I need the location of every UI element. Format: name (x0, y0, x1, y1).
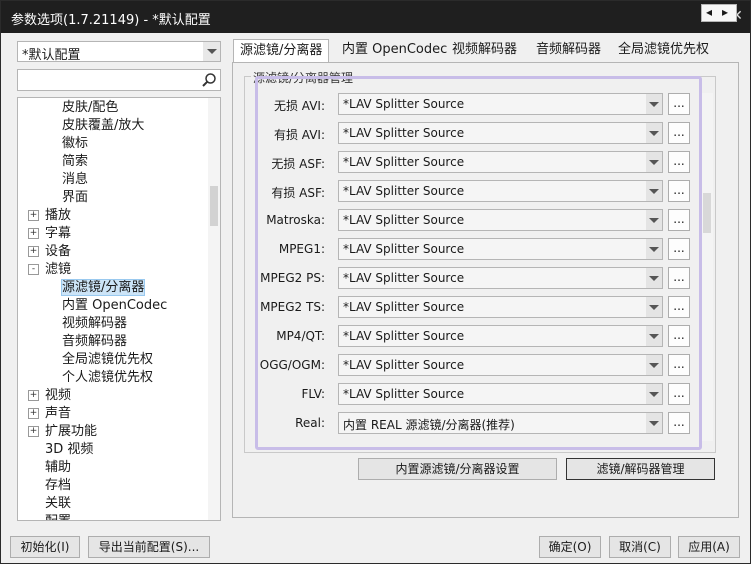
tree-item-label: 声音 (45, 406, 72, 421)
tree-item-label: 播放 (45, 208, 72, 223)
tree-item[interactable]: 皮肤/配色 (62, 99, 118, 117)
tree-item-label: 界面 (62, 190, 89, 205)
tree-item[interactable]: + 视频 (28, 387, 71, 405)
init-button[interactable]: 初始化(I) (10, 536, 80, 558)
tab-scroll-left-icon[interactable]: ◂ (706, 5, 712, 19)
window-title: 参数选项(1.7.21149) - *默认配置 (11, 13, 211, 28)
tree-item-label: 字幕 (45, 226, 72, 241)
tree-item[interactable]: 简索 (62, 153, 88, 171)
tree-item[interactable]: 界面 (62, 189, 88, 207)
tree-item-label: 扩展功能 (45, 424, 98, 439)
ok-button[interactable]: 确定(O) (539, 536, 601, 558)
settings-tree[interactable]: 皮肤/配色 皮肤覆盖/放大 徽标 简索 消息 界面 + 播放 + 字幕 + 设备 - 滤镜 源滤镜/分离器内… (17, 97, 221, 521)
export-config-button[interactable]: 导出当前配置(S)... (88, 536, 210, 558)
tree-item-label: 存档 (45, 478, 72, 493)
tab[interactable]: 全局滤镜优先权 (612, 39, 715, 62)
collapse-icon[interactable]: - (28, 264, 39, 275)
tab-scroll-arrows[interactable]: ◂ ▸ (701, 4, 737, 22)
tree-item[interactable]: 存档 (28, 477, 71, 495)
expand-icon[interactable]: + (28, 408, 39, 419)
profile-value: *默认配置 (22, 48, 81, 63)
tree-item-label: 设备 (45, 244, 72, 259)
tree-item-label: 配置 (45, 514, 71, 520)
tree-item[interactable]: + 字幕 (28, 225, 71, 243)
search-icon[interactable] (201, 72, 217, 88)
tree-item[interactable]: 个人滤镜优先权 (62, 369, 153, 387)
tree-item-label: 简索 (62, 154, 89, 169)
expand-icon[interactable]: + (28, 426, 39, 437)
tree-item-label: 3D 视频 (45, 442, 94, 457)
cancel-button[interactable]: 取消(C) (609, 536, 671, 558)
preferences-window: 参数选项(1.7.21149) - *默认配置 ⚑ ✕ *默认配置 皮肤/配色皮… (0, 0, 751, 564)
tree-item-label: 关联 (45, 496, 72, 511)
title-bar: 参数选项(1.7.21149) - *默认配置 ⚑ ✕ (1, 1, 750, 33)
tree-item[interactable]: 消息 (62, 171, 88, 189)
tab-bar: 源滤镜/分离器 内置 OpenCodec 视频解码器 音频解码器 全局滤镜优先权 (233, 39, 739, 63)
builtin-splitter-settings-button[interactable]: 内置源滤镜/分离器设置 (358, 458, 557, 480)
expand-icon[interactable]: + (28, 390, 39, 401)
apply-button[interactable]: 应用(A) (678, 536, 740, 558)
tree-item[interactable]: - 滤镜 (28, 261, 71, 279)
profile-dropdown[interactable]: *默认配置 (17, 41, 221, 63)
tree-item-label: 内置 OpenCodec (62, 298, 168, 313)
tree-item[interactable]: 关联 (28, 495, 71, 513)
tree-item[interactable]: 3D 视频 (28, 441, 93, 459)
tree-item-label: 皮肤覆盖/放大 (62, 118, 145, 133)
expand-icon[interactable]: + (28, 228, 39, 239)
tree-item[interactable]: 音频解码器 (62, 333, 127, 351)
expand-icon[interactable]: + (28, 210, 39, 221)
tree-item[interactable]: 视频解码器 (62, 315, 127, 333)
tree-item[interactable]: 配置 (28, 513, 71, 520)
tree-item[interactable]: 全局滤镜优先权 (62, 351, 153, 369)
tree-item-label: 徽标 (62, 136, 89, 151)
tab[interactable]: 音频解码器 (530, 39, 607, 62)
highlight-box (255, 76, 702, 450)
tree-item[interactable]: 内置 OpenCodec (62, 297, 167, 315)
chevron-down-icon[interactable] (203, 42, 220, 61)
expand-icon[interactable]: + (28, 246, 39, 257)
tree-scrollbar[interactable] (208, 98, 220, 520)
rows-scrollbar[interactable] (701, 93, 713, 441)
tree-item-label: 个人滤镜优先权 (62, 370, 154, 385)
search-input[interactable] (17, 69, 221, 91)
tab[interactable]: 视频解码器 (446, 39, 523, 62)
filter-decoder-manage-button[interactable]: 滤镜/解码器管理 (566, 458, 715, 480)
tree-item[interactable]: 源滤镜/分离器 (60, 279, 146, 297)
tab[interactable]: 源滤镜/分离器 (233, 39, 330, 63)
tab-scroll-right-icon[interactable]: ▸ (722, 5, 728, 19)
tree-item[interactable]: + 扩展功能 (28, 423, 97, 441)
tree-item-label: 消息 (62, 172, 89, 187)
tree-item[interactable]: + 设备 (28, 243, 71, 261)
tree-item-label: 滤镜 (45, 262, 72, 277)
tree-item-label: 全局滤镜优先权 (62, 352, 154, 367)
tree-item[interactable]: + 声音 (28, 405, 71, 423)
tree-item-label: 源滤镜/分离器 (60, 279, 146, 296)
tree-item-label: 视频解码器 (62, 316, 128, 331)
tree-item-label: 辅助 (45, 460, 72, 475)
tree-item-label: 视频 (45, 388, 72, 403)
tree-item[interactable]: + 播放 (28, 207, 71, 225)
tree-item-label: 音频解码器 (62, 334, 128, 349)
tree-item[interactable]: 辅助 (28, 459, 71, 477)
tab[interactable]: 内置 OpenCodec (336, 39, 453, 62)
tree-item-label: 皮肤/配色 (62, 100, 119, 115)
tree-item[interactable]: 徽标 (62, 135, 88, 153)
tree-item[interactable]: 皮肤覆盖/放大 (62, 117, 144, 135)
